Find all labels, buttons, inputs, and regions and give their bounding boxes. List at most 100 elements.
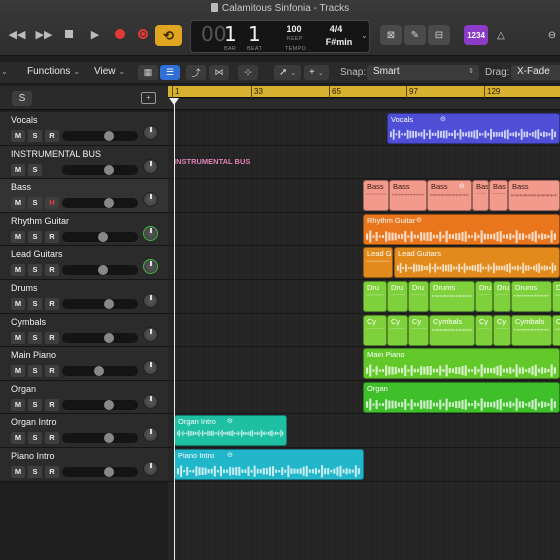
track-header[interactable]: Main Piano M S R (0, 347, 168, 381)
mute-button[interactable]: M (11, 331, 25, 344)
record-enable-button[interactable]: R (45, 465, 59, 478)
stop-icon[interactable] (60, 25, 78, 43)
solo-button[interactable]: S (28, 398, 42, 411)
track-header[interactable]: Rhythm Guitar M S R (0, 212, 168, 247)
pan-knob[interactable] (143, 460, 158, 476)
lcd-display[interactable]: 00 1 1 BAR BEAT 100 KEEP TEMPO 4/4 F#min… (190, 20, 370, 53)
region-cymbals[interactable]: Cy (552, 314, 560, 346)
record-icon[interactable] (111, 25, 129, 43)
fast-forward-icon[interactable]: ▶▶ (35, 25, 53, 43)
playhead-handle[interactable] (169, 98, 179, 105)
pan-knob[interactable] (143, 360, 158, 376)
editors-icon[interactable]: ⊖ (540, 25, 560, 45)
volume-knob[interactable] (98, 231, 108, 242)
play-icon[interactable]: ▶ (86, 25, 104, 43)
functions-menu[interactable]: Functions ⌄ (27, 66, 80, 77)
volume-slider[interactable] (62, 298, 138, 309)
region-bass[interactable]: Bas (489, 180, 508, 212)
solo-button[interactable]: S (28, 432, 42, 445)
solo-button[interactable]: S (28, 163, 42, 176)
pan-knob[interactable] (143, 292, 158, 308)
region-drums[interactable]: Dru (408, 281, 429, 312)
solo-button[interactable]: S (28, 365, 42, 378)
solo-button[interactable]: S (28, 230, 42, 243)
volume-slider[interactable] (62, 399, 138, 410)
region-drums[interactable]: Dru (552, 281, 560, 312)
region-drums[interactable]: Dru (493, 281, 511, 312)
region-cymbals[interactable]: Cy (493, 314, 511, 346)
add-track-icon[interactable]: + (141, 92, 156, 104)
track-header[interactable]: Vocals M S R (0, 112, 168, 146)
volume-slider[interactable] (62, 131, 138, 141)
mute-button[interactable]: M (11, 398, 25, 411)
solo-button[interactable]: S (28, 297, 42, 310)
tuner-icon[interactable]: ⊠ (380, 25, 402, 45)
solo-button[interactable]: S (28, 465, 42, 478)
volume-knob[interactable] (104, 399, 114, 410)
track-header[interactable]: Lead Guitars M S R (0, 246, 168, 280)
track-header[interactable]: Piano Intro M S R (0, 447, 168, 482)
mute-button[interactable]: M (11, 297, 25, 310)
track-name[interactable]: Rhythm Guitar (11, 216, 69, 226)
cycle-icon[interactable]: ⟲ (155, 25, 182, 46)
volume-slider[interactable] (62, 198, 138, 209)
flex-icon[interactable]: ⋈ (209, 65, 229, 80)
volume-knob[interactable] (104, 433, 114, 444)
region-drums[interactable]: Dru (387, 281, 408, 312)
pan-knob[interactable] (143, 192, 158, 208)
track-header[interactable]: Cymbals M S R (0, 313, 168, 348)
region-cymbals[interactable]: Cy (363, 314, 387, 346)
solo-button[interactable]: S (28, 130, 42, 142)
global-solo-button[interactable]: S (12, 91, 32, 106)
record-enable-button[interactable]: R (45, 264, 59, 277)
snap-select[interactable]: Smart ⇕ (367, 65, 479, 80)
solo-button[interactable]: S (28, 264, 42, 277)
metronome-icon[interactable]: △ (490, 25, 512, 45)
grid-view-icon[interactable]: ▦ (138, 65, 158, 80)
region-drums[interactable]: Drums (511, 281, 552, 312)
volume-knob[interactable] (104, 164, 114, 175)
pan-knob[interactable] (143, 393, 158, 409)
region-lead[interactable]: Lead Guitars (394, 247, 560, 279)
volume-slider[interactable] (62, 332, 138, 343)
record-enable-button[interactable]: R (45, 130, 59, 142)
volume-knob[interactable] (104, 466, 114, 477)
track-name[interactable]: Organ (11, 384, 36, 394)
track-name[interactable]: Cymbals (11, 317, 46, 327)
pointer-tool-icon[interactable]: ➚ ⌄ (274, 65, 302, 80)
automation-icon[interactable]: ⤴ (186, 65, 206, 80)
volume-slider[interactable] (62, 231, 138, 242)
region-rhythm[interactable]: Rhythm Guitar ⊝ (363, 213, 560, 245)
capture-record-icon[interactable] (134, 25, 152, 43)
count-in-icon[interactable]: ⊟ (428, 25, 450, 45)
input-monitor-button[interactable]: H (45, 197, 59, 210)
record-enable-button[interactable]: R (45, 365, 59, 378)
volume-knob[interactable] (94, 366, 104, 377)
mute-button[interactable]: M (11, 365, 25, 378)
solo-mode-icon[interactable]: ✎ (404, 25, 426, 45)
track-header[interactable]: Organ Intro M S R (0, 414, 168, 448)
track-header[interactable]: Bass M S H (0, 179, 168, 213)
volume-slider[interactable] (62, 433, 138, 444)
marker-lane[interactable] (168, 99, 560, 110)
drag-select[interactable]: X-Fade (511, 65, 560, 80)
record-enable-button[interactable]: R (45, 230, 59, 243)
volume-knob[interactable] (98, 265, 108, 276)
track-name[interactable]: Main Piano (11, 350, 56, 360)
record-enable-button[interactable]: R (45, 398, 59, 411)
pan-knob[interactable] (143, 225, 158, 241)
pan-knob[interactable] (143, 326, 158, 342)
volume-knob[interactable] (104, 298, 114, 309)
region-drums[interactable]: Dru (363, 281, 387, 312)
mute-button[interactable]: M (11, 230, 25, 243)
view-menu[interactable]: View ⌄ (94, 66, 125, 77)
region-lead[interactable]: Lead G (363, 247, 393, 279)
solo-button[interactable]: S (28, 197, 42, 210)
track-name[interactable]: Drums (11, 283, 38, 293)
catch-icon[interactable]: ⊹ (238, 65, 258, 80)
pan-knob[interactable] (143, 427, 158, 443)
volume-slider[interactable] (62, 164, 138, 175)
volume-knob[interactable] (104, 332, 114, 343)
volume-knob[interactable] (104, 131, 114, 141)
track-header[interactable]: INSTRUMENTAL BUS M S (0, 145, 168, 180)
